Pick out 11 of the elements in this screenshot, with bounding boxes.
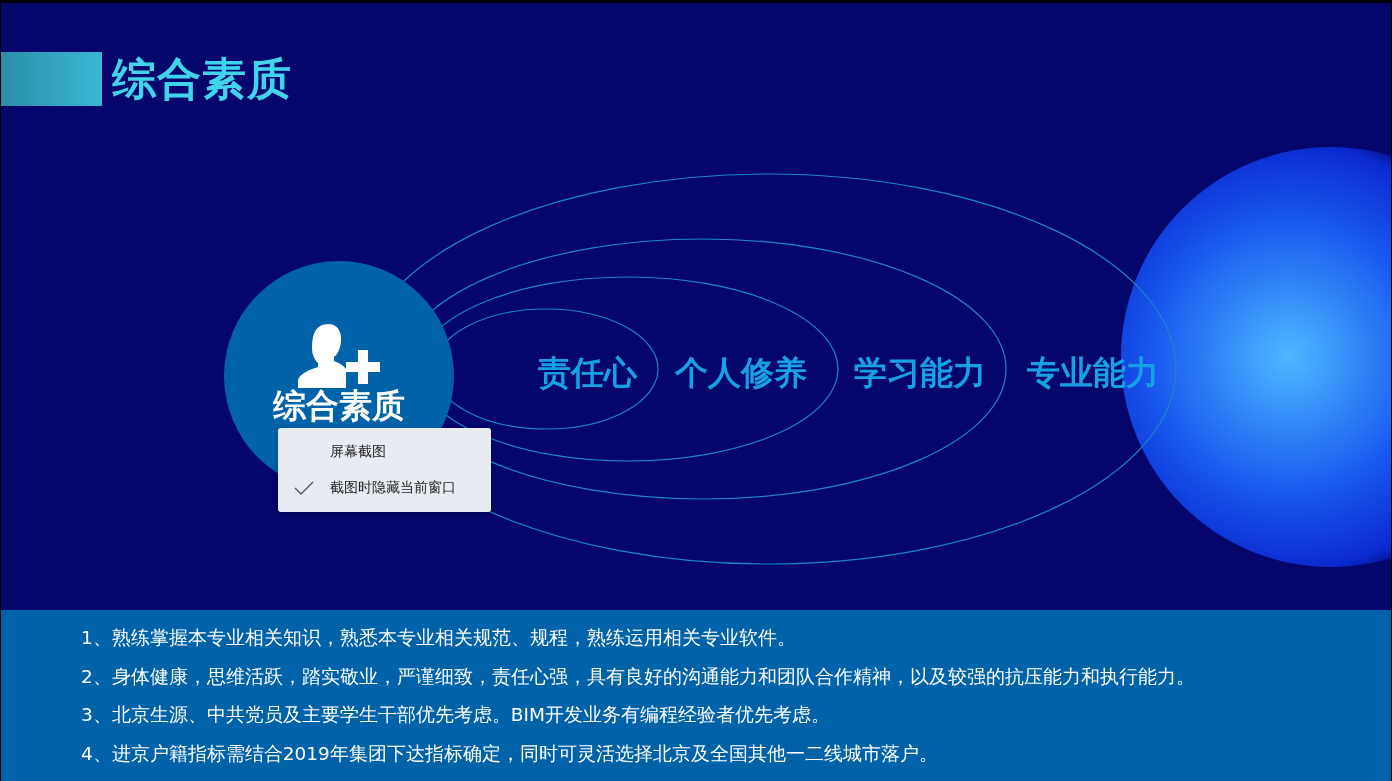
slide-title: 综合素质 [112,51,292,106]
ring-label: 学习能力 [854,352,986,394]
menu-item[interactable]: 屏幕截图 [278,434,491,470]
requirement-text: 1、熟练掌握本专业相关知识，熟悉本专业相关规范、规程，熟练运用相关专业软件。 [81,626,797,650]
menu-item[interactable]: 截图时隐藏当前窗口 [278,470,491,506]
ring-label: 责任心 [538,352,637,394]
requirement-text: 2、身体健康，思维活跃，踏实敬业，严谨细致，责任心强，具有良好的沟通能力和团队合作精神，以及较强的抗压能力和执行能力。 [81,664,1196,689]
requirement-text: 4、进京户籍指标需结合2019年集团下达指标确定，同时可灵活选择北京及全国其他一二线城市落户。 [81,741,939,766]
requirement-text: 3、北京生源、中共党员及主要学生干部优先考虑。BIM开发业务有编程经验者优先考虑。 [81,703,831,727]
ring-label: 个人修养 [675,352,807,394]
center-label: 综合素质 [273,388,405,424]
